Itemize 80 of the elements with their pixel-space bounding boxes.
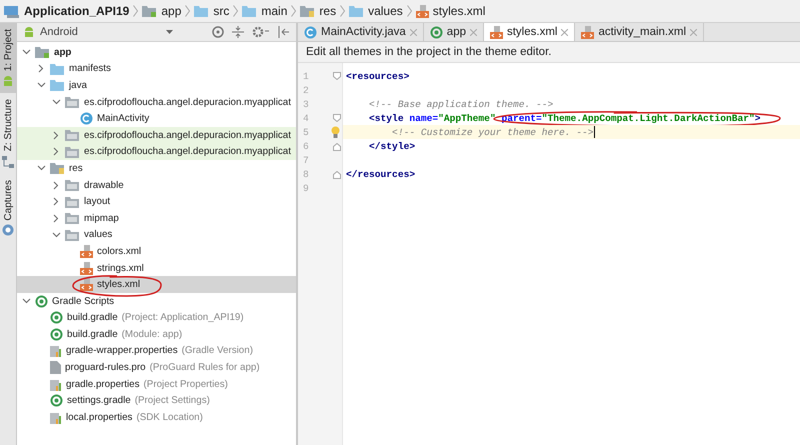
line-number: 2 — [302, 84, 310, 96]
tree-label: layout — [84, 196, 110, 208]
tree-row[interactable]: manifests — [17, 60, 296, 78]
breadcrumb-item[interactable]: Application_API19 — [4, 4, 130, 18]
editor-tab[interactable]: activity_main.xml — [575, 23, 704, 41]
tree-detail: (Project: Application_API19) — [122, 312, 244, 324]
line-number: 4 — [302, 112, 310, 124]
tree-label: manifests — [69, 63, 111, 74]
tree-label: es.cifprodofloucha.angel.depuracion.myapplicat — [84, 130, 291, 141]
tree-row[interactable]: build.gradle (Module: app) — [17, 326, 296, 343]
tree-row[interactable]: layout — [17, 193, 296, 210]
line-number: 6 — [302, 141, 310, 152]
tree-row[interactable]: MainActivity — [17, 110, 296, 127]
tree-label: colors.xml — [97, 246, 142, 257]
tree-row[interactable]: es.cifprodofloucha.angel.depuracion.myapplicat — [17, 144, 296, 160]
line-number: 7 — [302, 155, 310, 166]
theme-editor-banner: Edit all themes in the project in the theme editor. — [298, 42, 800, 63]
tree-label: es.cifprodofloucha.angel.depuracion.myapplicat — [84, 146, 291, 158]
tree-row[interactable]: app — [17, 44, 296, 61]
tree-row[interactable]: Gradle Scripts — [17, 292, 296, 310]
tree-label: Gradle Scripts — [52, 296, 114, 307]
editor-tab[interactable]: styles.xml — [484, 23, 576, 41]
tree-label: build.gradle — [67, 312, 118, 324]
tree-label: gradle.properties — [66, 378, 140, 390]
tree-detail: (Module: app) — [122, 328, 182, 340]
tree-row[interactable]: es.cifprodofloucha.angel.depuracion.myapplicat — [17, 126, 296, 144]
tree-label: es.cifprodofloucha.angel.depuracion.myapplicat — [84, 96, 291, 108]
breadcrumb-item[interactable]: app — [142, 4, 182, 18]
tree-label: values — [84, 229, 112, 240]
tree-row[interactable]: strings.xml — [17, 260, 296, 276]
tree-label: drawable — [84, 180, 124, 191]
tree-row[interactable]: build.gradle (Project: Application_API19) — [17, 310, 296, 326]
tree-label: gradle-wrapper.properties — [66, 345, 178, 356]
tree-detail: (Project Settings) — [134, 395, 210, 406]
tree-row[interactable]: gradle-wrapper.properties (Gradle Version) — [17, 342, 296, 360]
tree-label: styles.xml — [97, 279, 140, 290]
tree-row[interactable]: settings.gradle (Project Settings) — [17, 392, 296, 410]
tree-row[interactable]: res — [17, 160, 296, 177]
breadcrumb-item[interactable]: src — [194, 4, 230, 18]
tool-window-tab[interactable]: 1: Project — [0, 23, 16, 94]
line-number: 5 — [302, 126, 310, 138]
tree-label: MainActivity — [97, 113, 150, 124]
tree-row[interactable]: colors.xml — [17, 243, 296, 260]
tree-label: settings.gradle — [67, 395, 131, 406]
tree-row[interactable]: values — [17, 226, 296, 244]
breadcrumb-item[interactable]: styles.xml — [416, 4, 486, 18]
tree-row[interactable]: es.cifprodofloucha.angel.depuracion.myapplicat — [17, 94, 296, 110]
tree-label: local.properties — [66, 412, 132, 423]
line-number: 8 — [302, 169, 310, 180]
code-line: <!-- Base application theme. --> — [368, 98, 554, 112]
tree-row[interactable]: local.properties (SDK Location) — [17, 409, 296, 426]
tree-detail: (Gradle Version) — [182, 345, 253, 356]
tree-row[interactable]: gradle.properties (Project Properties) — [17, 376, 296, 392]
line-number: 9 — [302, 183, 310, 194]
tool-window-tab[interactable]: Z: Structure — [0, 93, 16, 174]
breadcrumb-item[interactable]: res — [300, 4, 336, 18]
tree-label: strings.xml — [97, 262, 144, 274]
tree-detail: (SDK Location) — [136, 412, 203, 423]
code-line: <resources> — [345, 70, 410, 84]
tree-detail: (ProGuard Rules for app) — [150, 362, 260, 374]
tree-row[interactable]: java — [17, 77, 296, 94]
tree-label: build.gradle — [67, 328, 118, 340]
code-line: </resources> — [345, 168, 416, 182]
code-line: </style> — [368, 140, 416, 154]
tree-row[interactable]: mipmap — [17, 210, 296, 227]
tree-row[interactable]: drawable — [17, 176, 296, 194]
tree-label: mipmap — [84, 212, 119, 224]
line-number: 1 — [302, 70, 310, 82]
tree-label: java — [69, 80, 87, 91]
tree-label: res — [69, 162, 83, 174]
editor-tab[interactable]: app — [424, 23, 484, 41]
tree-detail: (Project Properties) — [144, 378, 228, 390]
tree-label: app — [54, 46, 72, 58]
line-number: 3 — [302, 98, 310, 110]
editor-tab[interactable]: MainActivity.java — [298, 23, 424, 41]
tree-row[interactable]: proguard-rules.pro (ProGuard Rules for app) — [17, 359, 296, 376]
breadcrumb-item[interactable]: main — [242, 4, 288, 18]
tree-label: proguard-rules.pro — [65, 362, 146, 374]
tool-window-tab[interactable]: Captures — [0, 174, 16, 242]
breadcrumb-item[interactable]: values — [349, 4, 403, 18]
